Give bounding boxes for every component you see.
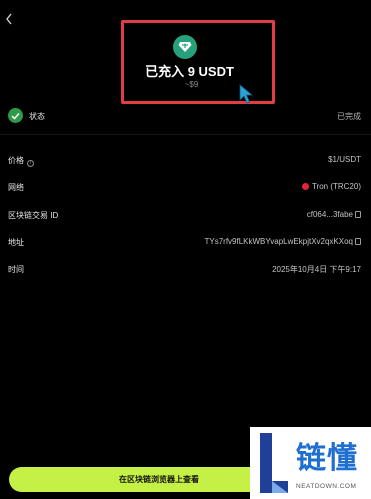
watermark-cn-text: 链懂 — [296, 441, 358, 476]
usdt-diamond-icon — [173, 35, 197, 59]
mouse-cursor-icon — [239, 84, 254, 104]
detail-row-price: 价格 i $1/USDT — [8, 155, 361, 167]
watermark-l-icon — [260, 433, 288, 493]
detail-value-time: 2025年10月4日 下午9:17 — [272, 265, 361, 274]
watermark-en-text: NEATDOWN.COM — [296, 483, 357, 490]
info-icon[interactable]: i — [27, 160, 34, 167]
detail-value-txid[interactable]: cf064...3fabe — [307, 210, 361, 219]
detail-row-address: 地址 TYs7rfv9fLKkWBYvapLwEkpjtXv2qxKXoq — [8, 237, 361, 249]
status-value: 已完成 — [337, 112, 361, 121]
detail-key-time: 时间 — [8, 265, 24, 274]
deposit-detail-screen: 已充入 9 USDT ~$9 状态 已完成 价格 i $1/USDT 网络 Tro… — [0, 0, 371, 499]
copy-icon[interactable] — [355, 211, 361, 218]
detail-key-price: 价格 i — [8, 155, 34, 167]
detail-value-price: $1/USDT — [328, 155, 361, 164]
status-row: 状态 已完成 — [8, 108, 361, 126]
back-button[interactable] — [4, 12, 20, 28]
divider — [0, 134, 371, 135]
copy-icon[interactable] — [355, 238, 361, 245]
detail-value-address[interactable]: TYs7rfv9fLKkWBYvapLwEkpjtXv2qxKXoq — [204, 237, 361, 246]
detail-key-txid: 区块链交易 ID — [8, 211, 59, 220]
check-circle-icon — [8, 108, 23, 123]
detail-key-address: 地址 — [8, 238, 24, 247]
status-label: 状态 — [29, 112, 45, 121]
watermark-logo: 链懂 NEATDOWN.COM — [250, 427, 371, 499]
detail-value-network: Tron (TRC20) — [301, 182, 361, 191]
detail-row-txid: 区块链交易 ID cf064...3fabe — [8, 210, 361, 222]
chevron-left-icon — [6, 13, 12, 25]
detail-row-time: 时间 2025年10月4日 下午9:17 — [8, 264, 361, 276]
deposit-fiat-value: ~$9 — [184, 80, 199, 89]
tron-logo-icon — [301, 183, 309, 190]
detail-key-network: 网络 — [8, 183, 24, 192]
detail-row-network: 网络 Tron (TRC20) — [8, 182, 361, 194]
deposit-amount-title: 已充入 9 USDT — [145, 64, 234, 79]
